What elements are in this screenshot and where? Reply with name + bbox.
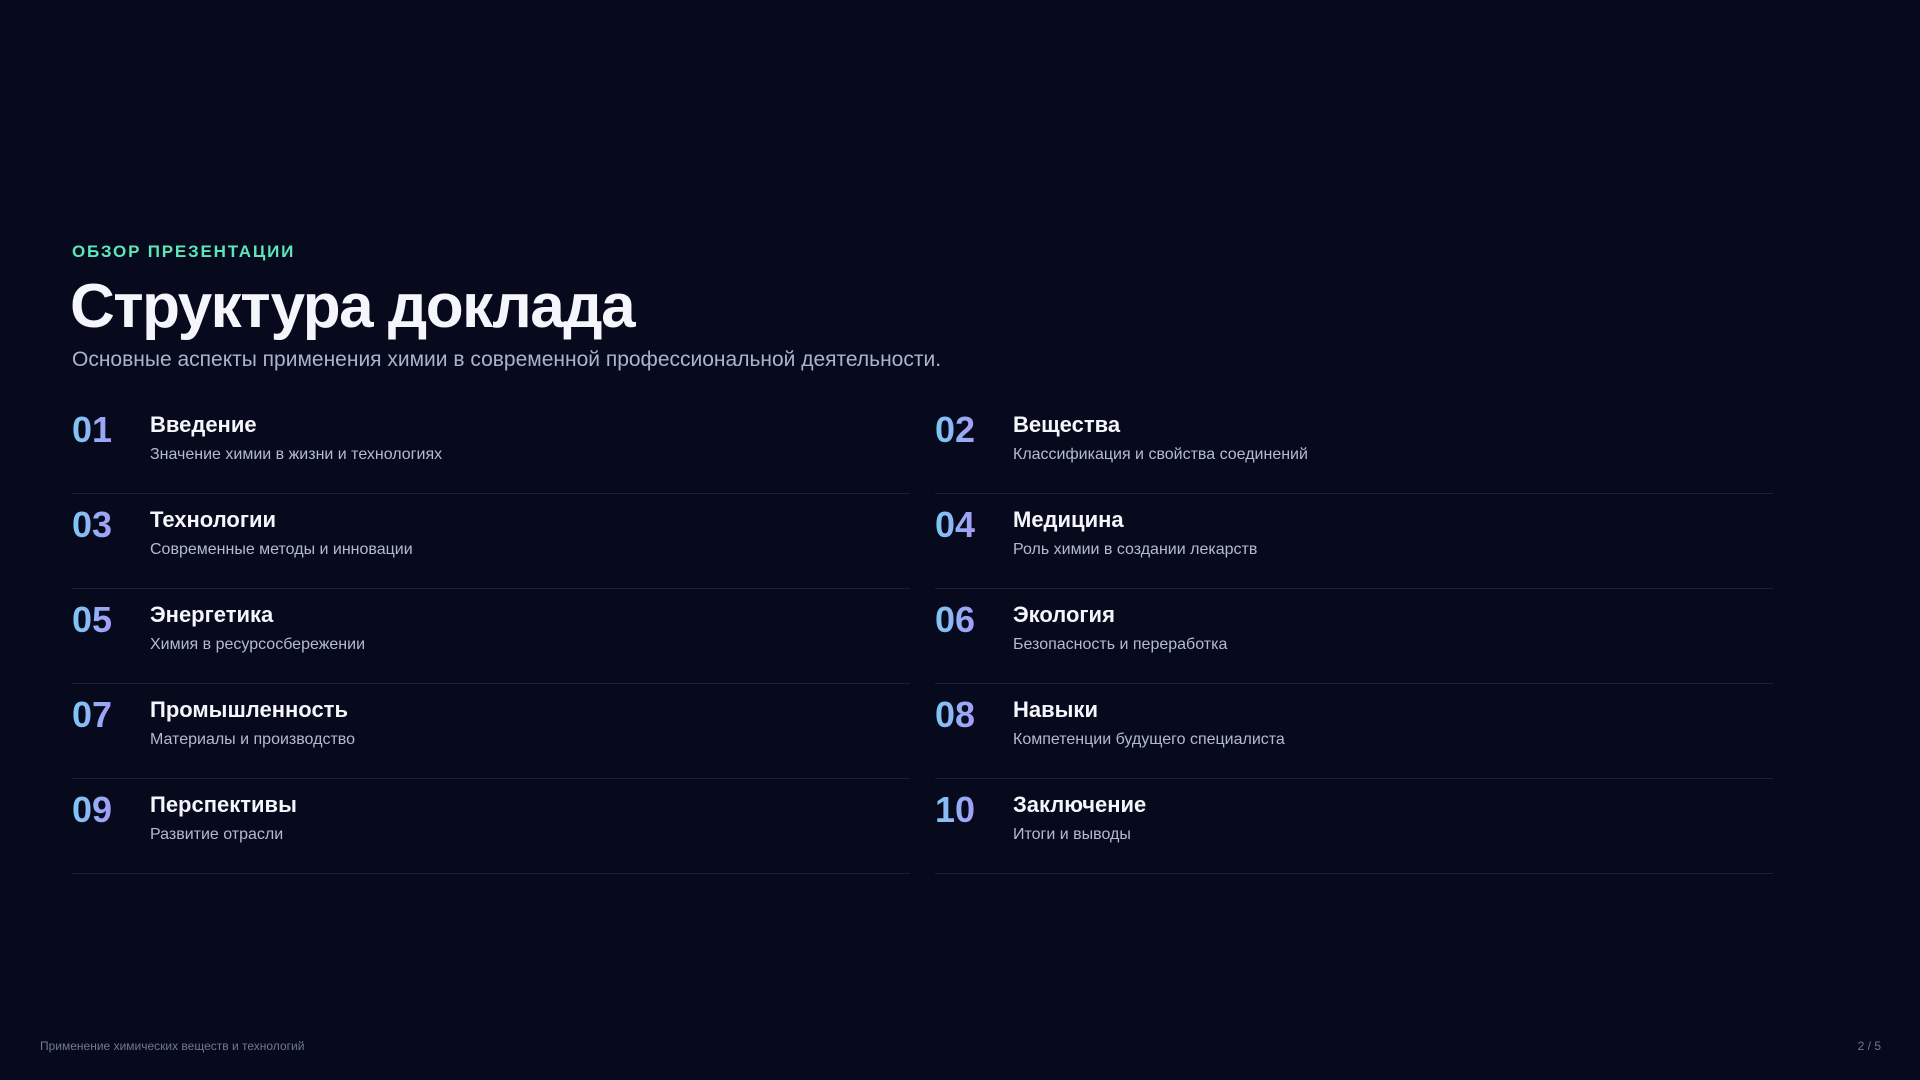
agenda-item-title: Энергетика — [150, 602, 274, 627]
agenda-item-description: Развитие отрасли — [150, 826, 284, 843]
agenda-item-number: 05 — [72, 599, 113, 640]
agenda-item-description: Итоги и выводы — [1013, 826, 1131, 843]
agenda-item-title: Медицина — [1013, 507, 1124, 532]
agenda-item: 06 Экология Безопасность и переработка — [935, 590, 1773, 684]
agenda-item-title: Промышленность — [150, 697, 348, 722]
agenda-item-title: Введение — [150, 412, 257, 437]
agenda-item: 05 Энергетика Химия в ресурсосбережении — [72, 590, 910, 684]
agenda-item-title: Вещества — [1013, 412, 1121, 437]
agenda-item-number: 04 — [935, 504, 976, 545]
agenda-item-description: Значение химии в жизни и технологиях — [150, 446, 443, 463]
footer-presentation-title: Применение химических веществ и технолог… — [40, 1039, 305, 1053]
agenda-item-description: Безопасность и переработка — [1013, 636, 1228, 653]
agenda-item: 07 Промышленность Материалы и производст… — [72, 685, 910, 779]
page-subtitle: Основные аспекты применения химии в совр… — [72, 348, 942, 371]
agenda-item-description: Химия в ресурсосбережении — [150, 636, 366, 653]
agenda-item-number: 09 — [72, 789, 113, 830]
agenda-item-description: Классификация и свойства соединений — [1013, 446, 1308, 463]
agenda-list: 01 Введение Значение химии в жизни и тех… — [72, 400, 1773, 875]
agenda-item-number: 01 — [72, 409, 113, 450]
agenda-item-title: Навыки — [1013, 697, 1098, 722]
agenda-item-number: 03 — [72, 504, 113, 545]
slide: ОБЗОР ПРЕЗЕНТАЦИИ Структура доклада Осно… — [0, 0, 1920, 1080]
agenda-item-title: Экология — [1013, 602, 1115, 627]
section-eyebrow: ОБЗОР ПРЕЗЕНТАЦИИ — [72, 242, 296, 261]
agenda-item-description: Роль химии в создании лекарств — [1013, 541, 1258, 558]
agenda-item: 09 Перспективы Развитие отрасли — [72, 780, 910, 874]
agenda-item-number: 07 — [72, 694, 113, 735]
agenda-item: 04 Медицина Роль химии в создании лекарс… — [935, 495, 1773, 589]
agenda-item: 10 Заключение Итоги и выводы — [935, 780, 1773, 874]
agenda-item-number: 08 — [935, 694, 976, 735]
agenda-item-description: Материалы и производство — [150, 731, 355, 748]
page-title: Структура доклада — [70, 272, 636, 341]
agenda-item: 02 Вещества Классификация и свойства сое… — [935, 400, 1773, 494]
agenda-item-title: Перспективы — [150, 792, 297, 817]
agenda-item: 03 Технологии Современные методы и иннов… — [72, 495, 910, 589]
agenda-item-description: Современные методы и инновации — [150, 541, 413, 558]
page-number: 2 / 5 — [1857, 1039, 1881, 1053]
agenda-item: 01 Введение Значение химии в жизни и тех… — [72, 400, 910, 494]
agenda-item-number: 10 — [935, 789, 976, 830]
agenda-item: 08 Навыки Компетенции будущего специалис… — [935, 685, 1773, 779]
agenda-item-title: Заключение — [1013, 792, 1147, 817]
agenda-item-title: Технологии — [150, 507, 277, 532]
agenda-item-number: 02 — [935, 409, 976, 450]
agenda-item-number: 06 — [935, 599, 976, 640]
agenda-item-description: Компетенции будущего специалиста — [1013, 731, 1285, 748]
